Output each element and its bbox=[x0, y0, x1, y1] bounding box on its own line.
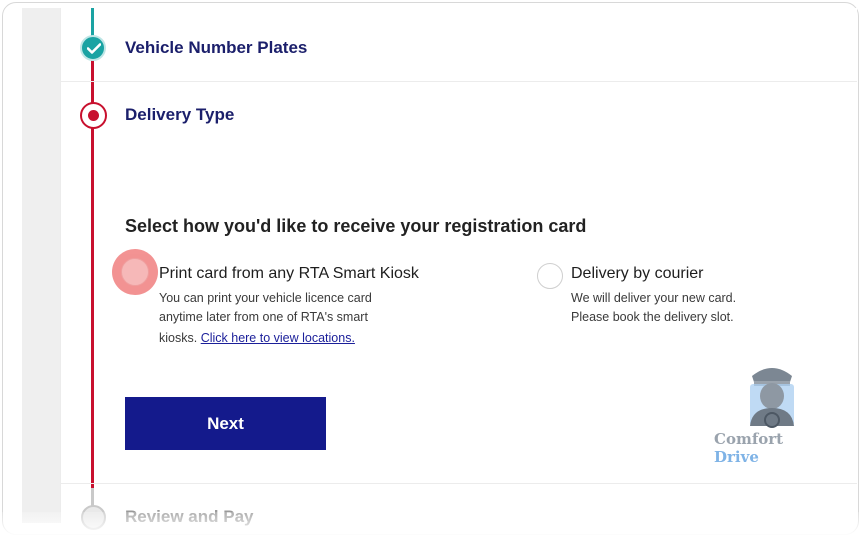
option-kiosk-title[interactable]: Print card from any RTA Smart Kiosk bbox=[159, 265, 419, 283]
option-kiosk-desc-3: kiosks. Click here to view locations. bbox=[159, 328, 355, 348]
delivery-question: Select how you'd like to receive your re… bbox=[125, 216, 587, 236]
check-icon bbox=[87, 43, 101, 54]
left-gutter bbox=[22, 8, 60, 523]
watermark-text: Comfort Drive bbox=[714, 430, 830, 466]
watermark-word-1: Comfort bbox=[714, 430, 784, 448]
option-kiosk-desc-2: anytime later from one of RTA's smart bbox=[159, 310, 368, 324]
option-courier-title[interactable]: Delivery by courier bbox=[571, 265, 703, 283]
option-courier-desc-1: We will deliver your new card. bbox=[571, 291, 737, 305]
next-button[interactable]: Next bbox=[125, 397, 326, 450]
step-divider-bottom bbox=[60, 483, 857, 484]
step-title-delivery-type: Delivery Type bbox=[125, 105, 235, 124]
step-current-marker bbox=[80, 102, 107, 129]
option-kiosk-desc-3-text: kiosks. bbox=[159, 331, 198, 345]
view-locations-link[interactable]: Click here to view locations. bbox=[201, 331, 355, 345]
radio-kiosk-inner bbox=[121, 258, 149, 286]
option-kiosk-desc-1: You can print your vehicle licence card bbox=[159, 291, 372, 305]
radio-kiosk[interactable] bbox=[112, 249, 158, 295]
comfort-drive-watermark: Comfort Drive bbox=[714, 362, 830, 466]
step-divider bbox=[60, 81, 857, 82]
step-title-vehicle-number-plates[interactable]: Vehicle Number Plates bbox=[125, 38, 307, 58]
option-courier-desc-2: Please book the delivery slot. bbox=[571, 310, 734, 324]
step-completed-marker bbox=[80, 35, 106, 61]
current-step-dot bbox=[88, 110, 99, 121]
watermark-word-2: Drive bbox=[714, 448, 759, 466]
radio-courier[interactable] bbox=[537, 263, 563, 289]
bottom-fade-overlay bbox=[0, 512, 861, 537]
driver-logo-icon bbox=[750, 368, 794, 428]
